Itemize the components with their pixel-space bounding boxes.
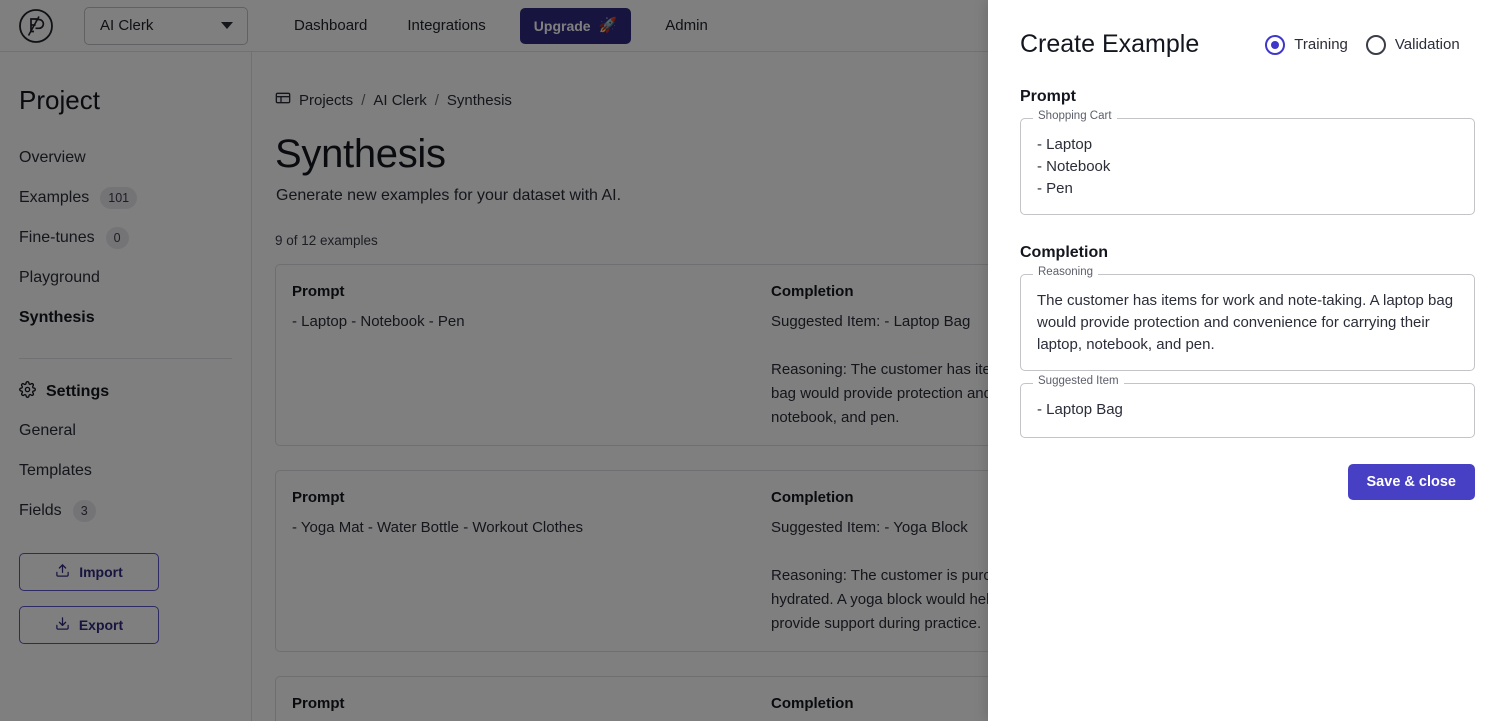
radio-training[interactable]: Training [1265, 35, 1348, 55]
radio-unselected-icon [1366, 35, 1386, 55]
drawer-header: Create Example Training Validation [1020, 30, 1502, 59]
suggested-item-field-value[interactable]: - Laptop Bag [1021, 384, 1474, 437]
prompt-field-legend: Shopping Cart [1033, 111, 1117, 123]
save-and-close-button[interactable]: Save & close [1348, 464, 1475, 500]
split-radio-group: Training Validation [1265, 35, 1459, 55]
reasoning-field-value[interactable]: The customer has items for work and note… [1021, 275, 1474, 370]
create-example-drawer: Create Example Training Validation Promp… [988, 0, 1502, 721]
radio-training-label: Training [1294, 36, 1348, 53]
completion-reasoning-field[interactable]: Reasoning The customer has items for wor… [1020, 274, 1475, 371]
prompt-field-value[interactable]: - Laptop - Notebook - Pen [1021, 119, 1474, 214]
prompt-section-heading: Prompt [1020, 88, 1502, 106]
reasoning-field-legend: Reasoning [1033, 267, 1098, 279]
prompt-shopping-cart-field[interactable]: Shopping Cart - Laptop - Notebook - Pen [1020, 118, 1475, 215]
radio-validation[interactable]: Validation [1366, 35, 1460, 55]
suggested-item-field-legend: Suggested Item [1033, 376, 1124, 388]
completion-section-heading: Completion [1020, 244, 1502, 262]
modal-scrim-overlay[interactable] [0, 0, 988, 721]
drawer-title: Create Example [1020, 30, 1199, 59]
radio-validation-label: Validation [1395, 36, 1460, 53]
radio-selected-icon [1265, 35, 1285, 55]
completion-suggested-item-field[interactable]: Suggested Item - Laptop Bag [1020, 383, 1475, 438]
drawer-actions: Save & close [1020, 464, 1475, 500]
